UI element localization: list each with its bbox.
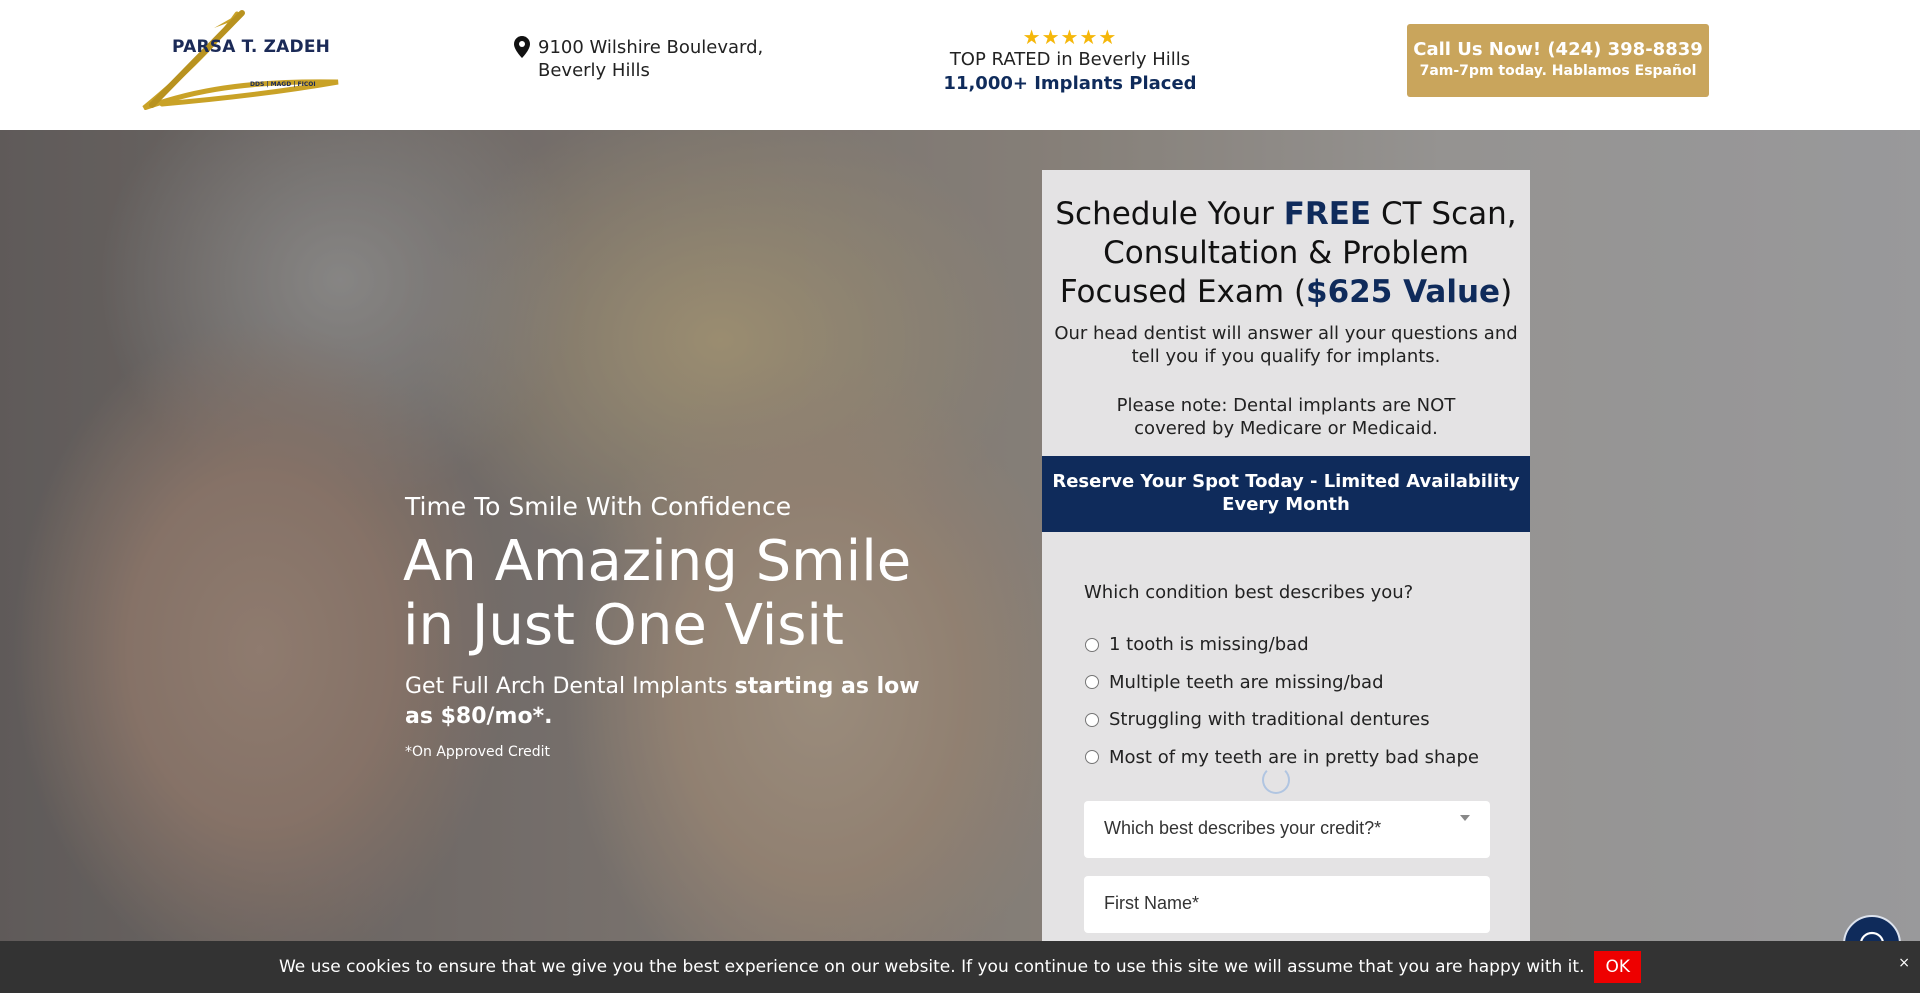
consultation-form: Schedule Your FREE CT Scan, Consultation…	[1042, 170, 1530, 993]
option-label: Multiple teeth are missing/bad	[1109, 671, 1384, 693]
loading-spinner-icon	[1262, 766, 1290, 794]
hero-offer: Get Full Arch Dental Implants starting a…	[405, 672, 945, 732]
radio-button[interactable]	[1085, 750, 1099, 765]
map-pin-icon	[514, 36, 530, 58]
condition-option-3[interactable]: Struggling with traditional dentures	[1084, 701, 1479, 739]
call-now-label: Call Us Now! (424) 398-8839	[1413, 39, 1703, 60]
radio-button[interactable]	[1085, 675, 1099, 690]
site-header: PARSA T. ZADEH DDS | MAGD | FICOI 9100 W…	[0, 0, 1920, 130]
form-title-part1: Schedule Your	[1055, 196, 1284, 232]
close-icon[interactable]: ×	[1898, 955, 1910, 971]
reserve-banner: Reserve Your Spot Today - Limited Availa…	[1042, 456, 1530, 532]
condition-option-2[interactable]: Multiple teeth are missing/bad	[1084, 664, 1479, 702]
first-name-placeholder: First Name*	[1104, 893, 1200, 913]
logo-swoosh-icon	[142, 10, 339, 110]
radio-button[interactable]	[1085, 637, 1099, 652]
logo[interactable]: PARSA T. ZADEH DDS | MAGD | FICOI	[142, 10, 342, 110]
form-title-free: FREE	[1283, 196, 1372, 232]
rating-block: ★★★★★ TOP RATED in Beverly Hills 11,000+…	[920, 26, 1220, 96]
call-hours-label: 7am-7pm today. Hablamos Español	[1419, 63, 1697, 79]
form-description: Our head dentist will answer all your qu…	[1054, 323, 1518, 367]
chevron-down-icon	[1460, 815, 1470, 821]
logo-credentials: DDS | MAGD | FICOI	[250, 81, 316, 88]
form-title-value: $625 Value	[1306, 274, 1501, 310]
form-title: Schedule Your FREE CT Scan, Consultation…	[1042, 195, 1530, 312]
hero-subtitle: Time To Smile With Confidence	[405, 492, 792, 521]
condition-question: Which condition best describes you?	[1084, 582, 1414, 603]
form-title-part3: )	[1500, 274, 1513, 310]
hero-credit-note: *On Approved Credit	[405, 744, 551, 760]
option-label: Struggling with traditional dentures	[1109, 709, 1430, 731]
cookie-bar: We use cookies to ensure that we give yo…	[0, 941, 1920, 993]
credit-select[interactable]: Which best describes your credit?*	[1084, 801, 1490, 858]
credit-select-placeholder: Which best describes your credit?*	[1104, 818, 1382, 838]
address-text: 9100 Wilshire Boulevard, Beverly Hills	[538, 37, 764, 81]
cookie-ok-button[interactable]: OK	[1594, 951, 1642, 983]
logo-name: PARSA T. ZADEH	[172, 37, 331, 57]
hero-title: An Amazing Smile in Just One Visit	[403, 529, 912, 658]
address: 9100 Wilshire Boulevard, Beverly Hills	[514, 36, 834, 82]
first-name-input[interactable]: First Name*	[1084, 876, 1490, 933]
condition-options: 1 tooth is missing/bad Multiple teeth ar…	[1084, 626, 1479, 776]
option-label: Most of my teeth are in pretty bad shape	[1109, 746, 1479, 768]
form-medicare-note: Please note: Dental implants are NOT cov…	[1116, 395, 1456, 439]
top-rated-label: TOP RATED in Beverly Hills	[949, 49, 1191, 70]
radio-button[interactable]	[1085, 712, 1099, 727]
star-rating-icon: ★★★★★	[1022, 25, 1118, 49]
option-label: 1 tooth is missing/bad	[1109, 634, 1309, 656]
implants-count: 11,000+ Implants Placed	[943, 73, 1197, 94]
hero-offer-text: Get Full Arch Dental Implants	[405, 674, 735, 699]
cookie-text: We use cookies to ensure that we give yo…	[278, 957, 1585, 977]
condition-option-1[interactable]: 1 tooth is missing/bad	[1084, 626, 1479, 664]
call-now-button[interactable]: Call Us Now! (424) 398-8839 7am-7pm toda…	[1407, 24, 1709, 97]
